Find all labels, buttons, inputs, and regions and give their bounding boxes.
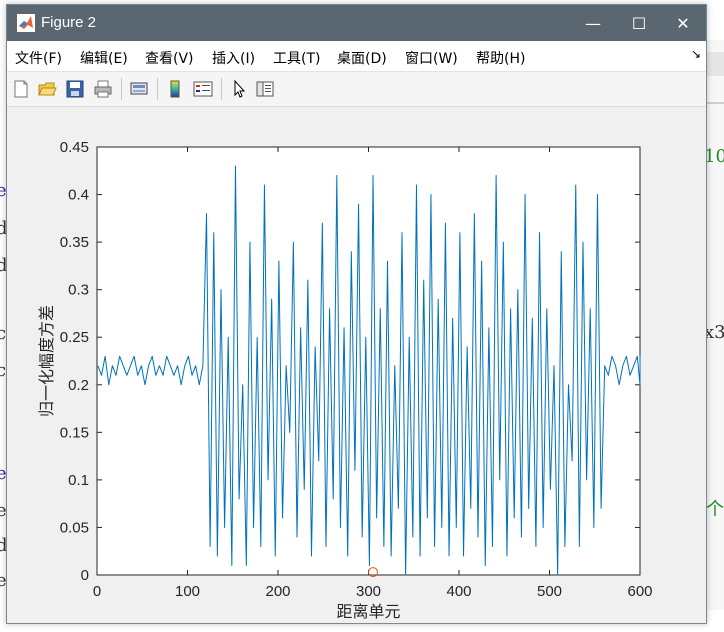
y-tick-label: 0.15: [60, 424, 89, 441]
y-axis-label: 归一化幅度方差: [37, 305, 56, 417]
menu-window[interactable]: 窗口(W): [405, 48, 458, 68]
toolbar-separator: [221, 78, 222, 100]
menu-insert[interactable]: 插入(I): [212, 48, 255, 68]
y-tick-label: 0: [81, 567, 89, 584]
close-button[interactable]: ✕: [660, 5, 706, 41]
x-tick-label: 600: [627, 583, 652, 600]
dock-arrow-icon[interactable]: ↘: [691, 47, 701, 61]
figure-canvas: 0 0.05 0.1 0.15 0.2 0.25 0.3 0.35 0.4 0.45 0 100 20…: [7, 107, 706, 623]
y-tick-label: 0.25: [60, 329, 89, 346]
menu-tools[interactable]: 工具(T): [273, 48, 320, 68]
y-tick-label: 0.1: [68, 472, 89, 489]
toolbar: [7, 72, 706, 107]
line-chart: 0 0.05 0.1 0.15 0.2 0.25 0.3 0.35 0.4 0.45 0 100 20…: [37, 139, 653, 621]
menu-file[interactable]: 文件(F): [15, 48, 62, 68]
matlab-logo-icon: [17, 14, 35, 32]
title-bar[interactable]: Figure 2 — ☐ ✕: [7, 5, 706, 41]
link-icon[interactable]: [129, 79, 149, 99]
background-code-char: 个: [706, 499, 724, 520]
background-panel-bar: [705, 52, 724, 76]
figure-window: Figure 2 — ☐ ✕ 文件(F) 编辑(E) 查看(V) 插入(I) 工…: [6, 4, 707, 624]
x-tick-label: 300: [356, 583, 381, 600]
print-icon[interactable]: [93, 79, 113, 99]
background-panel-divider: [705, 102, 724, 104]
x-tick-label: 0: [93, 583, 101, 600]
toolbar-separator: [157, 78, 158, 100]
background-code-char: x3: [704, 322, 724, 343]
window-title: Figure 2: [41, 14, 97, 31]
y-tick-label: 0.35: [60, 234, 89, 251]
y-tick-label: 0.45: [60, 139, 89, 156]
x-tick-label: 500: [537, 583, 562, 600]
menu-help[interactable]: 帮助(H): [476, 48, 525, 68]
menu-edit[interactable]: 编辑(E): [80, 48, 128, 68]
y-tick-label: 0.3: [68, 282, 89, 299]
new-figure-icon[interactable]: [11, 79, 31, 99]
save-icon[interactable]: [65, 79, 85, 99]
x-tick-label: 200: [265, 583, 290, 600]
legend-icon[interactable]: [193, 79, 213, 99]
x-tick-label: 400: [446, 583, 471, 600]
toolbar-separator: [121, 78, 122, 100]
background-code-char: 10: [704, 146, 724, 167]
maximize-button[interactable]: ☐: [616, 5, 662, 41]
minimize-button[interactable]: —: [570, 5, 616, 41]
menu-view[interactable]: 查看(V): [145, 48, 194, 68]
pointer-icon[interactable]: [229, 79, 249, 99]
menu-bar: 文件(F) 编辑(E) 查看(V) 插入(I) 工具(T) 桌面(D) 窗口(W…: [7, 41, 706, 72]
property-editor-icon[interactable]: [255, 79, 275, 99]
y-tick-label: 0.2: [68, 377, 89, 394]
open-file-icon[interactable]: [37, 79, 57, 99]
x-tick-label: 100: [175, 583, 200, 600]
x-axis-label: 距离单元: [336, 602, 400, 621]
y-tick-label: 0.4: [68, 187, 89, 204]
colorbar-icon[interactable]: [165, 79, 185, 99]
y-tick-label: 0.05: [60, 519, 89, 536]
menu-desktop[interactable]: 桌面(D): [337, 48, 387, 68]
